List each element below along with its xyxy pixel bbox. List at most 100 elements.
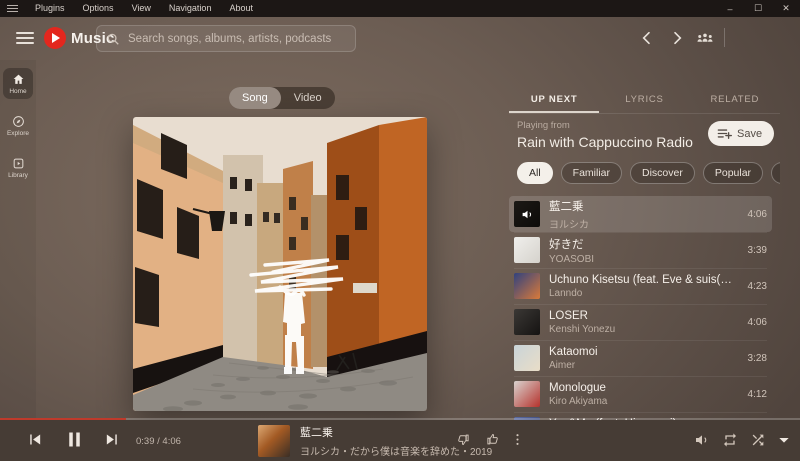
maximize-button[interactable]: ☐ bbox=[744, 0, 772, 17]
toggle-video[interactable]: Video bbox=[281, 87, 335, 109]
playing-from: Playing from Rain with Cappuccino Radio bbox=[517, 120, 693, 150]
queue-song-artist: Aimer bbox=[549, 360, 733, 371]
search-bar[interactable] bbox=[96, 25, 356, 52]
titlebar-menus: PluginsOptionsViewNavigationAbout bbox=[26, 0, 262, 17]
queue-row[interactable]: LOSER Kenshi Yonezu 4:06 bbox=[509, 304, 772, 340]
more-options-icon[interactable] bbox=[510, 432, 525, 447]
library-icon bbox=[12, 157, 25, 170]
queue-song-duration: 4:06 bbox=[748, 317, 767, 328]
header: Music bbox=[0, 17, 800, 60]
queue-song-artist: YOASOBI bbox=[549, 254, 733, 265]
tab-related[interactable]: RELATED bbox=[690, 89, 780, 113]
menu-icon[interactable] bbox=[16, 32, 34, 44]
next-button[interactable] bbox=[104, 431, 121, 448]
playing-from-label: Playing from bbox=[517, 120, 693, 131]
save-button[interactable]: Save bbox=[708, 121, 774, 146]
tab-lyrics[interactable]: LYRICS bbox=[599, 89, 689, 113]
queue-row[interactable]: 藍二乗 ヨルシカ 4:06 bbox=[509, 196, 772, 232]
sidebar-item-home[interactable]: Home bbox=[3, 68, 33, 99]
connect-icon[interactable] bbox=[694, 27, 716, 49]
filter-chip[interactable]: Deep cuts bbox=[771, 162, 780, 184]
filter-chip[interactable]: All bbox=[517, 162, 553, 184]
expand-player-icon[interactable] bbox=[776, 432, 792, 448]
song-video-toggle: Song Video bbox=[229, 87, 335, 109]
titlebar: PluginsOptionsViewNavigationAbout – ☐ ✕ bbox=[0, 0, 800, 17]
repeat-icon[interactable] bbox=[722, 432, 738, 448]
queue-song-title: LOSER bbox=[549, 310, 733, 322]
queue-song-title: 藍二乗 bbox=[549, 198, 733, 214]
titlebar-menu-item[interactable]: About bbox=[220, 0, 262, 17]
sidebar-item-explore[interactable]: Explore bbox=[3, 110, 33, 141]
queue-song-artist: ヨルシカ bbox=[549, 216, 733, 231]
minimize-button[interactable]: – bbox=[716, 0, 744, 17]
queue-thumbnail bbox=[514, 201, 540, 227]
seek-bar-fill bbox=[0, 418, 126, 420]
queue-song-duration: 4:23 bbox=[748, 281, 767, 292]
filter-chips: AllFamiliarDiscoverPopularDeep cutsD bbox=[517, 162, 780, 186]
previous-button[interactable] bbox=[26, 431, 43, 448]
now-playing-speaker-icon bbox=[521, 208, 534, 221]
album-art[interactable] bbox=[133, 117, 427, 411]
queue-row[interactable]: Kataomoi Aimer 3:28 bbox=[509, 340, 772, 376]
queue-meta: Uchuno Kisetsu (feat. Eve & suis(from Yo… bbox=[549, 274, 733, 299]
sidebar-item-label: Explore bbox=[7, 130, 29, 137]
queue-song-title: 好きだ bbox=[549, 236, 733, 252]
queue-meta: Kataomoi Aimer bbox=[549, 346, 733, 371]
right-panel-tabs: UP NEXT LYRICS RELATED bbox=[509, 89, 780, 114]
queue-meta: 藍二乗 ヨルシカ bbox=[549, 198, 733, 231]
pause-button[interactable] bbox=[64, 429, 85, 450]
sidebar: Home Explore Library bbox=[0, 60, 36, 420]
queue-thumbnail bbox=[514, 381, 540, 407]
window-controls: – ☐ ✕ bbox=[716, 0, 800, 17]
sidebar-item-label: Home bbox=[9, 88, 26, 95]
queue-song-artist: Kiro Akiyama bbox=[549, 396, 733, 407]
titlebar-menu-item[interactable]: Navigation bbox=[160, 0, 221, 17]
queue-thumbnail bbox=[514, 345, 540, 371]
queue-thumbnail bbox=[514, 309, 540, 335]
playlist-add-icon bbox=[717, 127, 732, 140]
queue-row[interactable]: Uchuno Kisetsu (feat. Eve & suis(from Yo… bbox=[509, 268, 772, 304]
app-menu-icon[interactable] bbox=[7, 5, 18, 12]
like-button[interactable] bbox=[486, 432, 501, 447]
sidebar-item-library[interactable]: Library bbox=[3, 152, 33, 183]
home-icon bbox=[12, 73, 25, 86]
compass-icon bbox=[12, 115, 25, 128]
search-input[interactable] bbox=[128, 33, 346, 45]
queue-song-duration: 3:28 bbox=[748, 353, 767, 364]
queue-thumbnail bbox=[514, 237, 540, 263]
titlebar-menu-item[interactable]: Plugins bbox=[26, 0, 74, 17]
play-logo-icon bbox=[44, 27, 66, 49]
queue-row[interactable]: 好きだ YOASOBI 3:39 bbox=[509, 232, 772, 268]
queue-song-title: Uchuno Kisetsu (feat. Eve & suis(from Yo… bbox=[549, 274, 733, 286]
header-divider bbox=[724, 28, 725, 47]
tab-up-next[interactable]: UP NEXT bbox=[509, 89, 599, 113]
queue-thumbnail bbox=[514, 273, 540, 299]
volume-icon[interactable] bbox=[694, 432, 710, 448]
now-playing-thumbnail[interactable] bbox=[258, 425, 290, 457]
filter-chip[interactable]: Familiar bbox=[561, 162, 622, 184]
filter-chip[interactable]: Popular bbox=[703, 162, 763, 184]
queue-song-title: Monologue bbox=[549, 382, 733, 394]
filter-chip[interactable]: Discover bbox=[630, 162, 695, 184]
app-window: PluginsOptionsViewNavigationAbout – ☐ ✕ … bbox=[0, 0, 800, 461]
queue-row[interactable]: Monologue Kiro Akiyama 4:12 bbox=[509, 376, 772, 412]
dislike-button[interactable] bbox=[455, 432, 470, 447]
queue-song-artist: Lanndo bbox=[549, 288, 733, 299]
forward-button[interactable] bbox=[666, 27, 688, 49]
playing-from-title[interactable]: Rain with Cappuccino Radio bbox=[517, 134, 693, 150]
queue-song-duration: 3:39 bbox=[748, 245, 767, 256]
player-bar: 0:39 / 4:06 藍二乗 ヨルシカ・だから僕は音楽を辞めた・2019 bbox=[0, 420, 800, 461]
close-button[interactable]: ✕ bbox=[772, 0, 800, 17]
shuffle-icon[interactable] bbox=[750, 432, 766, 448]
queue-song-artist: Kenshi Yonezu bbox=[549, 324, 733, 335]
toggle-song[interactable]: Song bbox=[229, 87, 281, 109]
time-display: 0:39 / 4:06 bbox=[136, 436, 181, 447]
seek-bar[interactable] bbox=[0, 418, 800, 420]
queue-song-duration: 4:12 bbox=[748, 389, 767, 400]
titlebar-menu-item[interactable]: Options bbox=[74, 0, 123, 17]
titlebar-menu-item[interactable]: View bbox=[123, 0, 160, 17]
up-next-queue: 藍二乗 ヨルシカ 4:06 好きだ YOASOBI 3:39 bbox=[509, 196, 772, 420]
back-button[interactable] bbox=[636, 27, 658, 49]
queue-meta: Monologue Kiro Akiyama bbox=[549, 382, 733, 407]
queue-song-title: Kataomoi bbox=[549, 346, 733, 358]
